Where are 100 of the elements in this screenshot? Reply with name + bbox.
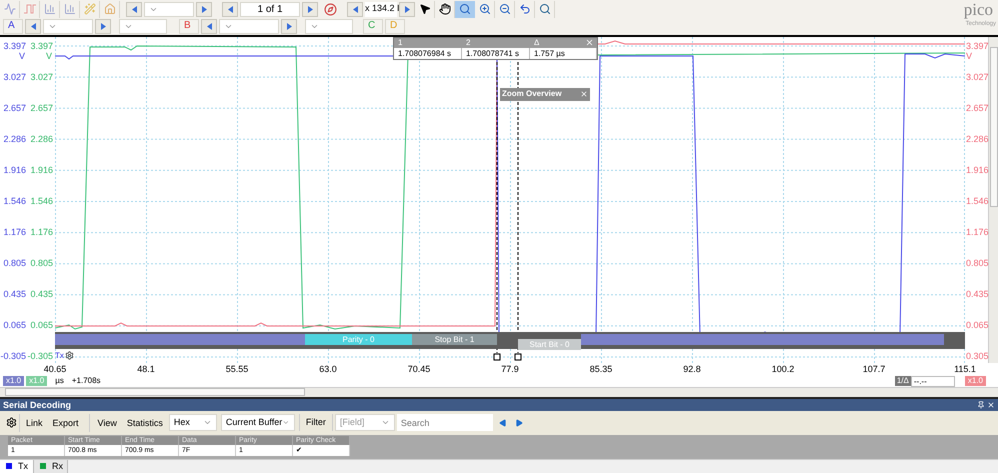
- axis-label: 1.546: [30, 194, 53, 207]
- left-arrow-button[interactable]: [347, 2, 363, 16]
- axis-label: 48.1: [136, 362, 156, 376]
- channel-marker: Tx: [55, 350, 64, 360]
- pin-icon[interactable]: [977, 400, 985, 408]
- left-arrow-button[interactable]: [126, 2, 142, 16]
- left-triangle-icon[interactable]: [206, 22, 212, 30]
- right-triangle-icon[interactable]: [286, 22, 292, 30]
- axis-label: 0.805: [3, 257, 26, 270]
- channel-button[interactable]: A: [3, 18, 23, 34]
- cursor-handle[interactable]: [494, 353, 500, 360]
- ruler-value: 1.757 µs: [530, 48, 597, 58]
- axis-label: 0.065: [3, 319, 26, 332]
- previous-icon[interactable]: [498, 418, 507, 426]
- next-icon[interactable]: [514, 418, 523, 426]
- axis-label: 0.305: [966, 350, 989, 362]
- logo-text: pico: [964, 0, 994, 20]
- buffer-dropdown[interactable]: Current Buffer: [220, 414, 295, 431]
- axis-label: 1.176: [3, 226, 26, 238]
- right-arrow-button[interactable]: [302, 2, 318, 16]
- cursor-handle[interactable]: [514, 353, 522, 360]
- axis-label: 115.1: [953, 362, 977, 376]
- axis-label: 0.065: [30, 319, 53, 332]
- unit-label: V: [18, 50, 25, 62]
- axis-label: 0.065: [966, 319, 989, 332]
- left-arrow-button[interactable]: [201, 18, 217, 34]
- left-triangle-icon[interactable]: [132, 6, 136, 12]
- axis-label: 0.435: [30, 288, 53, 300]
- scroll-thumb[interactable]: [990, 46, 998, 206]
- close-icon[interactable]: [580, 90, 588, 98]
- ruler-value: 1.708076984 s: [394, 48, 462, 58]
- axis-label: 63.0: [318, 362, 338, 376]
- column-header: Δ: [533, 38, 540, 48]
- axis-label: 2.286: [3, 132, 26, 145]
- column-header: 1: [397, 38, 404, 48]
- chevron-down-icon[interactable]: [380, 418, 390, 427]
- axis-label: 1.176: [30, 226, 53, 238]
- axis-label: 0.805: [966, 257, 989, 270]
- axis-label: 1.916: [3, 164, 26, 176]
- search-field[interactable]: Search: [396, 414, 493, 431]
- horizontal-scrollbar[interactable]: [0, 386, 998, 396]
- page-field[interactable]: 1 of 1: [240, 2, 300, 16]
- axis-label: 2.657: [966, 102, 989, 114]
- right-triangle-icon[interactable]: [202, 6, 206, 12]
- axis-label: -0.305: [0, 350, 26, 362]
- right-arrow-button[interactable]: [95, 18, 111, 34]
- scroll-thumb[interactable]: [5, 388, 305, 396]
- dropdown-value: Hex: [174, 416, 190, 429]
- left-arrow-button[interactable]: [25, 18, 41, 34]
- left-triangle-icon[interactable]: [228, 6, 232, 12]
- zoom-field[interactable]: x 134.2 I: [365, 2, 397, 16]
- right-arrow-button[interactable]: [281, 18, 297, 34]
- axis-label: -0.305: [27, 350, 53, 362]
- toolbar-button[interactable]: View: [88, 414, 121, 432]
- panel-title: Serial Decoding: [3, 398, 72, 410]
- unit-label: µs: [55, 375, 64, 387]
- close-icon[interactable]: [987, 400, 995, 408]
- axis-label: 100.2: [770, 362, 796, 376]
- right-arrow-button[interactable]: [399, 2, 415, 16]
- panel-title: Zoom Overview: [502, 88, 562, 100]
- right-arrow-button[interactable]: [196, 2, 212, 16]
- axis-label: 1.916: [966, 164, 989, 176]
- left-arrow-button[interactable]: [222, 2, 238, 16]
- left-triangle-icon[interactable]: [30, 22, 36, 30]
- axis-label: 0.435: [966, 288, 989, 300]
- settings-icon[interactable]: [4, 414, 20, 432]
- axis-label: 77.9: [500, 362, 520, 376]
- chevron-down-icon[interactable]: [282, 418, 290, 427]
- chevron-down-icon[interactable]: [202, 418, 212, 427]
- axis-label: 3.027: [30, 70, 53, 83]
- filter-button[interactable]: Filter: [298, 414, 333, 431]
- right-triangle-icon[interactable]: [308, 6, 312, 12]
- channel-button[interactable]: B: [179, 18, 199, 34]
- scale-badge: x1.0: [26, 376, 48, 386]
- ruler-mode-badge[interactable]: 1/Δ: [894, 376, 911, 386]
- unit-label: V: [966, 50, 972, 62]
- axis-label: 107.7: [862, 362, 886, 376]
- axis-label: 2.286: [966, 132, 989, 145]
- scale-badge: x1.0: [3, 376, 24, 386]
- right-triangle-icon[interactable]: [100, 22, 106, 30]
- toolbar-button[interactable]: Link: [22, 414, 47, 432]
- column-header: 2: [465, 38, 472, 48]
- left-triangle-icon[interactable]: [352, 6, 358, 12]
- axis-label: 70.45: [406, 362, 432, 376]
- scale-badge: x1.0: [964, 376, 986, 386]
- toolbar-button[interactable]: Export: [48, 414, 83, 432]
- axis-label: 2.286: [30, 132, 53, 145]
- format-dropdown[interactable]: Hex: [168, 414, 217, 431]
- unit-label: V: [46, 50, 52, 62]
- vertical-scrollbar[interactable]: [988, 36, 998, 362]
- axis-label: 0.435: [3, 288, 26, 300]
- gear-icon[interactable]: [64, 350, 74, 360]
- axis-label: 2.657: [3, 102, 26, 114]
- axis-label: 1.546: [3, 194, 26, 207]
- ruler-value: 1.708078741 s: [462, 48, 530, 58]
- zoom-icon[interactable]: [455, 0, 475, 18]
- ruler-field[interactable]: --.--: [910, 376, 955, 386]
- toolbar-button[interactable]: Statistics: [122, 414, 167, 432]
- compass-icon[interactable]: [324, 2, 337, 16]
- right-triangle-icon[interactable]: [404, 6, 410, 12]
